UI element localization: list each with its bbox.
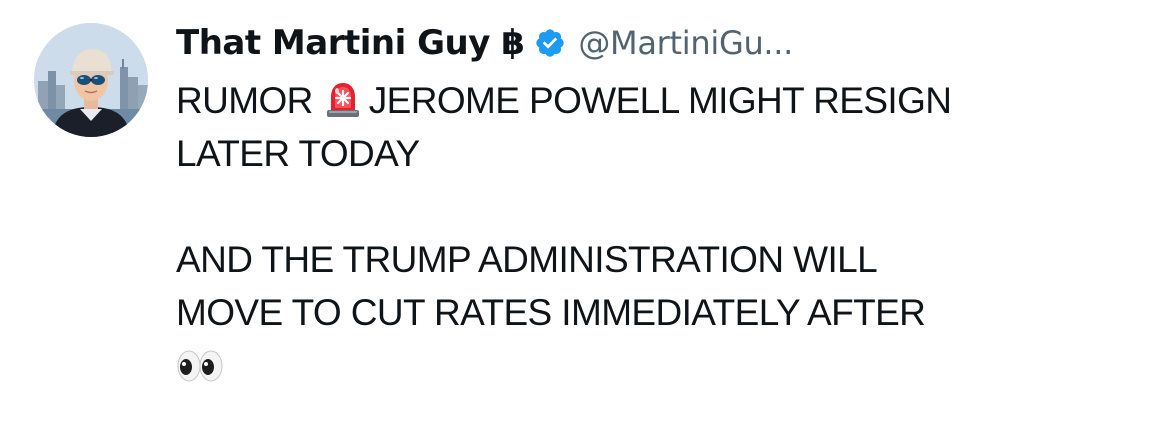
display-name[interactable]: That Martini Guy ฿ [176,23,525,63]
user-handle[interactable]: @MartiniGu... [578,24,793,62]
verified-badge-icon[interactable] [534,27,566,59]
avatar[interactable] [34,23,148,137]
tweet-line-4: AND THE TRUMP ADMINISTRATION WILL [176,239,878,280]
tweet-line-1: RUMOR JEROME POWELL MIGHT RESIGN [176,74,1136,127]
tweet[interactable]: That Martini Guy ฿ @MartiniGu... RUMOR J… [0,0,1160,423]
tweet-text-headline: JEROME POWELL MIGHT RESIGN [368,80,952,121]
tweet-text-rumor: RUMOR [176,80,313,121]
tweet-line-5: MOVE TO CUT RATES IMMEDIATELY AFTER [176,292,926,333]
profile-photo-icon [34,23,148,137]
tweet-content: That Martini Guy ฿ @MartiniGu... RUMOR J… [176,18,1136,392]
police-siren-icon [323,79,363,119]
tweet-header: That Martini Guy ฿ @MartiniGu... [176,18,1136,68]
tweet-line-2: LATER TODAY [176,133,420,174]
tweet-text: RUMOR JEROME POWELL MIGHT RESIGN LATER T… [176,74,1136,392]
tweet-line-6 [176,339,1136,392]
eyes-icon [176,348,224,384]
